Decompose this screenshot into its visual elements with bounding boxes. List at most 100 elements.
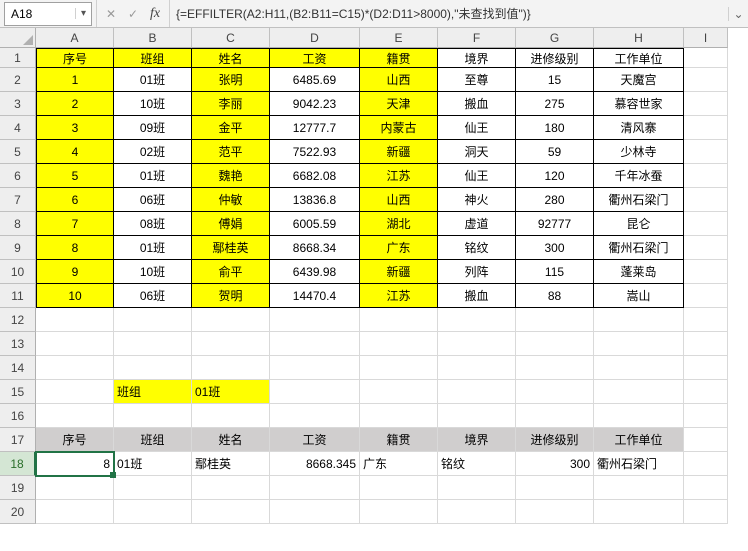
cell[interactable]: 列阵 — [438, 260, 516, 284]
column-header[interactable]: G — [516, 28, 594, 48]
cell[interactable] — [684, 48, 728, 68]
formula-bar[interactable]: {=EFFILTER(A2:H11,(B2:B11=C15)*(D2:D11>8… — [170, 3, 728, 24]
cell[interactable]: 6439.98 — [270, 260, 360, 284]
row-header[interactable]: 10 — [0, 260, 36, 284]
cell[interactable] — [192, 476, 270, 500]
row-header[interactable]: 2 — [0, 68, 36, 92]
cell[interactable]: 至尊 — [438, 68, 516, 92]
cell[interactable]: 进修级别 — [516, 428, 594, 452]
row-header[interactable]: 7 — [0, 188, 36, 212]
cell[interactable]: 7522.93 — [270, 140, 360, 164]
cell[interactable]: 仙王 — [438, 164, 516, 188]
cell[interactable] — [36, 332, 114, 356]
cell[interactable] — [516, 500, 594, 524]
cell[interactable] — [684, 500, 728, 524]
cell[interactable]: 衢州石梁门 — [594, 188, 684, 212]
cell[interactable] — [594, 500, 684, 524]
cell[interactable]: 金平 — [192, 116, 270, 140]
cell[interactable]: 姓名 — [192, 48, 270, 68]
cell[interactable]: 120 — [516, 164, 594, 188]
cell[interactable]: 13836.8 — [270, 188, 360, 212]
cell[interactable]: 06班 — [114, 284, 192, 308]
cell[interactable]: 6005.59 — [270, 212, 360, 236]
cell[interactable]: 180 — [516, 116, 594, 140]
cell[interactable] — [438, 332, 516, 356]
cell[interactable] — [114, 404, 192, 428]
cell[interactable]: 虚道 — [438, 212, 516, 236]
cell[interactable]: 籍贯 — [360, 428, 438, 452]
cell[interactable] — [36, 404, 114, 428]
cell[interactable]: 01班 — [192, 380, 270, 404]
cell[interactable]: 仙王 — [438, 116, 516, 140]
cell[interactable]: 天津 — [360, 92, 438, 116]
cell[interactable]: 山西 — [360, 188, 438, 212]
cell[interactable]: 5 — [36, 164, 114, 188]
cell[interactable] — [684, 308, 728, 332]
cell[interactable]: 8668.34 — [270, 236, 360, 260]
row-header[interactable]: 3 — [0, 92, 36, 116]
cell[interactable]: 6485.69 — [270, 68, 360, 92]
cell[interactable]: 275 — [516, 92, 594, 116]
row-header[interactable]: 6 — [0, 164, 36, 188]
cell[interactable] — [270, 380, 360, 404]
cell[interactable] — [516, 356, 594, 380]
cell[interactable]: 序号 — [36, 428, 114, 452]
row-header[interactable]: 18 — [0, 452, 36, 476]
column-header[interactable]: F — [438, 28, 516, 48]
cell[interactable]: 班组 — [114, 48, 192, 68]
cell[interactable] — [594, 476, 684, 500]
cell[interactable]: 01班 — [114, 452, 192, 476]
cell[interactable] — [516, 380, 594, 404]
cell[interactable] — [36, 500, 114, 524]
cell[interactable] — [360, 308, 438, 332]
cell[interactable] — [684, 68, 728, 92]
cell[interactable] — [438, 308, 516, 332]
cell[interactable]: 280 — [516, 188, 594, 212]
cell[interactable] — [360, 332, 438, 356]
cell[interactable]: 59 — [516, 140, 594, 164]
cell[interactable]: 清风寨 — [594, 116, 684, 140]
cell[interactable]: 贺明 — [192, 284, 270, 308]
cell[interactable]: 洞天 — [438, 140, 516, 164]
cell[interactable] — [516, 476, 594, 500]
cell[interactable]: 鄢桂英 — [192, 452, 270, 476]
cell[interactable]: 88 — [516, 284, 594, 308]
cell[interactable]: 115 — [516, 260, 594, 284]
cell[interactable] — [684, 428, 728, 452]
row-header[interactable]: 11 — [0, 284, 36, 308]
cell[interactable]: 06班 — [114, 188, 192, 212]
row-header[interactable]: 16 — [0, 404, 36, 428]
cell[interactable]: 01班 — [114, 68, 192, 92]
cell[interactable]: 仲敏 — [192, 188, 270, 212]
row-header[interactable]: 14 — [0, 356, 36, 380]
cell[interactable]: 千年冰蚕 — [594, 164, 684, 188]
cell[interactable]: 范平 — [192, 140, 270, 164]
row-header[interactable]: 19 — [0, 476, 36, 500]
cell[interactable]: 10班 — [114, 260, 192, 284]
cell[interactable] — [192, 356, 270, 380]
cell[interactable] — [360, 356, 438, 380]
cell[interactable] — [516, 332, 594, 356]
cell[interactable] — [594, 332, 684, 356]
cell[interactable] — [36, 308, 114, 332]
cell[interactable] — [684, 332, 728, 356]
cell[interactable]: 神火 — [438, 188, 516, 212]
row-header[interactable]: 20 — [0, 500, 36, 524]
cell[interactable] — [684, 140, 728, 164]
cell[interactable] — [684, 188, 728, 212]
cell[interactable]: 新疆 — [360, 260, 438, 284]
cell[interactable]: 班组 — [114, 428, 192, 452]
cell[interactable] — [270, 308, 360, 332]
cell[interactable] — [270, 332, 360, 356]
formula-expand-icon[interactable]: ⌄ — [728, 7, 748, 21]
cell[interactable]: 01班 — [114, 164, 192, 188]
cell[interactable] — [270, 404, 360, 428]
cell[interactable]: 300 — [516, 236, 594, 260]
cell[interactable]: 工资 — [270, 428, 360, 452]
cell[interactable]: 张明 — [192, 68, 270, 92]
cell[interactable]: 09班 — [114, 116, 192, 140]
row-header[interactable]: 17 — [0, 428, 36, 452]
row-header[interactable]: 1 — [0, 48, 36, 68]
cell[interactable] — [270, 356, 360, 380]
column-header[interactable]: E — [360, 28, 438, 48]
